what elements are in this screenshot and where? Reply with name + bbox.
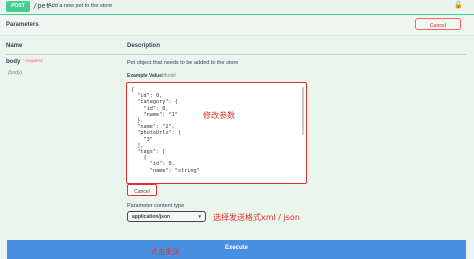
- column-header-name: Name: [6, 43, 23, 49]
- operation-description: Add a new pet to the store: [48, 3, 113, 9]
- column-header-description: Description: [127, 43, 161, 49]
- chevron-down-icon: ▾: [198, 214, 201, 220]
- body-cancel-button[interactable]: Cancel: [127, 184, 157, 196]
- annotation-select-format: 选择发送格式xml / json: [213, 213, 300, 222]
- try-out-cancel-button[interactable]: Cancel: [415, 18, 461, 30]
- annotation-edit-params: 修改参数: [203, 111, 235, 120]
- operation-block: POST /pet Add a new pet to the store 🔓 P…: [0, 0, 474, 259]
- execute-label: Execute: [224, 245, 248, 251]
- tab-model[interactable]: Model: [162, 73, 176, 79]
- parameters-title: Parameters: [6, 22, 39, 28]
- lock-icon[interactable]: 🔓: [454, 1, 463, 9]
- execute-button[interactable]: Execute: [7, 240, 466, 259]
- parameter-name: body: [6, 59, 21, 65]
- required-marker: * required: [23, 58, 43, 63]
- annotation-click-send: 点击发送: [151, 248, 179, 256]
- content-type-select[interactable]: application/json ▾: [127, 211, 206, 222]
- parameter-description: Pet object that needs to be added to the…: [127, 60, 239, 66]
- parameter-location: (body): [8, 70, 23, 76]
- parameters-header: Parameters: [0, 16, 474, 36]
- operation-summary[interactable]: POST /pet Add a new pet to the store 🔓: [0, 0, 474, 15]
- method-badge: POST: [6, 1, 30, 12]
- body-json-value[interactable]: { "id": 0, "category": { "id": 0, "name"…: [127, 83, 306, 174]
- textarea-scrollbar[interactable]: [302, 87, 304, 135]
- example-tabs: Example ValueModel: [127, 73, 176, 79]
- content-type-label: Parameter content type: [127, 203, 185, 209]
- body-textarea[interactable]: { "id": 0, "category": { "id": 0, "name"…: [126, 82, 307, 184]
- header-divider: [6, 54, 466, 55]
- tab-example-value[interactable]: Example Value: [127, 73, 162, 79]
- content-type-value: application/json: [132, 214, 171, 220]
